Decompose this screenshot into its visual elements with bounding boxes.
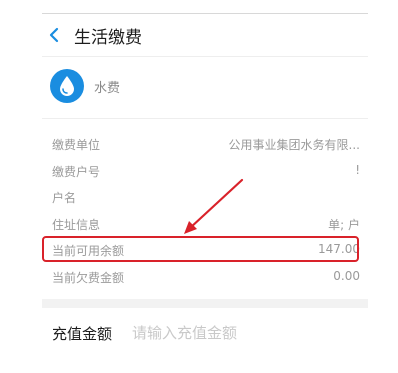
account-number-value: !	[355, 162, 360, 177]
billing-unit-value: 公用事业集团水务有限...	[228, 138, 360, 152]
amount-due-label: 当前欠费金额	[52, 270, 125, 285]
section-divider	[42, 118, 368, 119]
back-arrow-icon[interactable]	[48, 27, 60, 43]
account-name-label: 户名	[52, 191, 77, 205]
recharge-row: 充值金额	[52, 321, 368, 345]
top-divider	[42, 13, 368, 14]
balance-highlight-box	[42, 236, 359, 262]
account-number-label: 缴费户号	[52, 164, 101, 179]
header-divider	[42, 56, 368, 57]
water-drop-icon	[50, 69, 84, 103]
biller-row: 水费	[50, 69, 120, 103]
amount-due-value: 0.00	[333, 268, 360, 283]
header: 生活缴费	[48, 20, 368, 50]
billing-unit-label: 缴费单位	[52, 138, 101, 152]
recharge-amount-input[interactable]	[132, 324, 313, 342]
info-row-billing-unit: 缴费单位 公用事业集团水务有限...	[42, 131, 368, 158]
section-separator-band	[42, 299, 368, 308]
address-value: 单; 户	[328, 217, 360, 232]
page-title: 生活缴费	[74, 27, 142, 48]
address-label: 住址信息	[52, 217, 101, 232]
recharge-amount-label: 充值金额	[52, 324, 113, 343]
annotation-arrow	[184, 178, 244, 234]
biller-name: 水费	[94, 80, 121, 96]
info-row-amount-due: 当前欠费金额 0.00	[42, 264, 368, 291]
